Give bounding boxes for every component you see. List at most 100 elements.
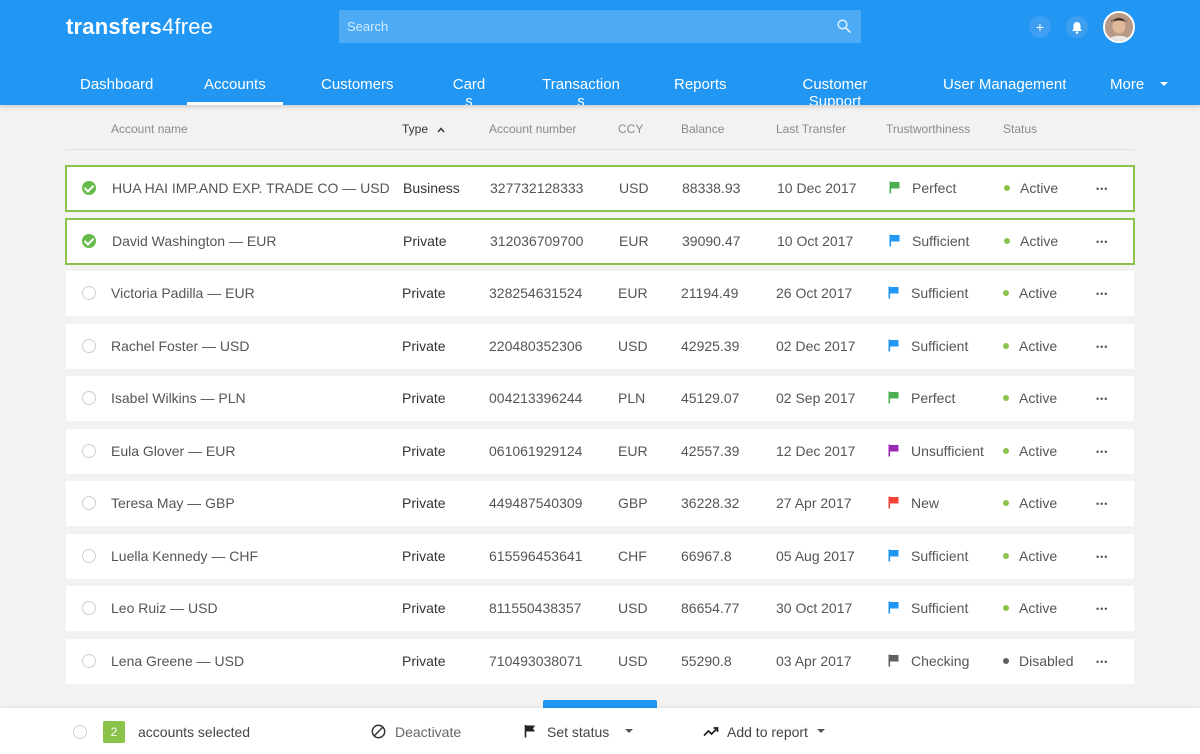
set-status-caret-icon[interactable] xyxy=(625,729,633,733)
add-button[interactable]: + xyxy=(1029,16,1051,38)
status-dot-icon xyxy=(1003,343,1009,349)
cell-type: Private xyxy=(402,600,446,616)
col-balance[interactable]: Balance xyxy=(681,122,724,136)
flag-icon xyxy=(889,181,900,194)
status-dot-icon xyxy=(1003,448,1009,454)
row-more-icon[interactable]: ••• xyxy=(1096,499,1108,509)
row-more-icon[interactable]: ••• xyxy=(1096,657,1108,667)
status-dot-icon xyxy=(1003,395,1009,401)
app-logo[interactable]: transfers4free xyxy=(66,14,213,40)
table-row[interactable]: Teresa May — GBP Private 449487540309 GBP 36… xyxy=(66,481,1134,526)
cell-last-transfer: 27 Apr 2017 xyxy=(776,495,852,511)
col-last-transfer[interactable]: Last Transfer xyxy=(776,122,846,136)
nav-more[interactable]: More xyxy=(1110,76,1169,93)
col-trustworthiness[interactable]: Trustworthiness xyxy=(886,122,970,136)
cell-ccy: USD xyxy=(619,180,649,196)
col-type[interactable]: Type xyxy=(402,122,445,136)
row-more-icon[interactable]: ••• xyxy=(1096,604,1108,614)
row-checkbox[interactable] xyxy=(82,444,96,458)
cell-trustworthiness: Checking xyxy=(888,653,969,669)
row-checkbox[interactable] xyxy=(82,391,96,405)
col-ccy[interactable]: CCY xyxy=(618,122,643,136)
cell-last-transfer: 02 Dec 2017 xyxy=(776,338,856,354)
set-status-button[interactable]: Set status xyxy=(547,724,609,740)
nav-customer-support[interactable]: Customer Support xyxy=(795,76,875,105)
table-row[interactable]: Victoria Padilla — EUR Private 32825463152… xyxy=(66,271,1134,316)
plus-icon: + xyxy=(1035,19,1045,35)
row-more-icon[interactable]: ••• xyxy=(1096,394,1108,404)
cell-account-number: 449487540309 xyxy=(489,495,583,511)
search-icon[interactable] xyxy=(837,19,851,33)
select-all-checkbox[interactable] xyxy=(73,725,87,739)
cell-ccy: USD xyxy=(618,653,648,669)
main-nav: Dashboard Accounts Customers Cards Trans… xyxy=(0,76,1200,105)
cell-balance: 86654.77 xyxy=(681,600,740,616)
trust-label: Perfect xyxy=(911,390,956,406)
cell-trustworthiness: Unsufficient xyxy=(888,443,984,459)
notifications-button[interactable] xyxy=(1066,16,1088,38)
add-to-report-caret-icon[interactable] xyxy=(817,729,825,733)
cell-ccy: USD xyxy=(618,600,648,616)
row-more-icon[interactable]: ••• xyxy=(1096,184,1108,194)
col-account-name[interactable]: Account name xyxy=(111,122,188,136)
row-more-icon[interactable]: ••• xyxy=(1096,342,1108,352)
cell-account-name: Eula Glover — EUR xyxy=(111,443,236,459)
nav-reports[interactable]: Reports xyxy=(674,76,727,105)
checked-checkbox[interactable] xyxy=(82,181,96,195)
cell-account-name: Leo Ruiz — USD xyxy=(111,600,218,616)
deactivate-button[interactable]: Deactivate xyxy=(395,724,461,740)
cell-account-number: 220480352306 xyxy=(489,338,583,354)
flag-icon xyxy=(888,444,899,457)
nav-accounts[interactable]: Accounts xyxy=(187,76,283,105)
table-row[interactable]: Lena Greene — USD Private 710493038071 USD 5… xyxy=(66,639,1134,684)
cell-last-transfer: 03 Apr 2017 xyxy=(776,653,852,669)
table-row[interactable]: Luella Kennedy — CHF Private 615596453641 C… xyxy=(66,534,1134,579)
cell-account-name: Teresa May — GBP xyxy=(111,495,235,511)
col-status[interactable]: Status xyxy=(1003,122,1037,136)
sort-ascending-icon xyxy=(437,127,445,133)
row-checkbox[interactable] xyxy=(82,654,96,668)
cell-type: Private xyxy=(402,548,446,564)
row-more-icon[interactable]: ••• xyxy=(1096,552,1108,562)
status-label: Active xyxy=(1019,600,1058,616)
search-input[interactable] xyxy=(339,10,861,43)
cell-status: Active xyxy=(1004,233,1058,249)
flag-icon xyxy=(889,234,900,247)
table-row[interactable]: Isabel Wilkins — PLN Private 004213396244 P… xyxy=(66,376,1134,421)
row-checkbox[interactable] xyxy=(82,339,96,353)
avatar-image xyxy=(1105,13,1133,41)
cell-status: Active xyxy=(1003,390,1057,406)
row-more-icon[interactable]: ••• xyxy=(1096,289,1108,299)
user-avatar[interactable] xyxy=(1103,11,1135,43)
table-row[interactable]: David Washington — EUR Private 31203670970… xyxy=(65,218,1135,265)
nav-cards[interactable]: Cards xyxy=(451,76,487,105)
cell-balance: 21194.49 xyxy=(681,285,739,301)
cell-status: Active xyxy=(1003,600,1057,616)
nav-transactions[interactable]: Transactions xyxy=(541,76,621,105)
nav-dashboard[interactable]: Dashboard xyxy=(80,76,153,105)
cell-trustworthiness: Sufficient xyxy=(889,233,969,249)
table-row[interactable]: Eula Glover — EUR Private 061061929124 EUR 4… xyxy=(66,429,1134,474)
table-row[interactable]: Rachel Foster — USD Private 220480352306 US… xyxy=(66,324,1134,369)
row-checkbox[interactable] xyxy=(82,601,96,615)
cell-balance: 42557.39 xyxy=(681,443,740,459)
nav-customers[interactable]: Customers xyxy=(321,76,394,105)
app-header: transfers4free + Dashboard Accounts Cust… xyxy=(0,0,1200,105)
trust-label: Sufficient xyxy=(911,338,969,354)
trust-label: Sufficient xyxy=(912,233,970,249)
row-checkbox[interactable] xyxy=(82,549,96,563)
row-more-icon[interactable]: ••• xyxy=(1096,447,1108,457)
bell-icon xyxy=(1072,21,1082,34)
block-icon xyxy=(371,724,386,739)
row-more-icon[interactable]: ••• xyxy=(1096,237,1108,247)
col-account-number[interactable]: Account number xyxy=(489,122,576,136)
checked-checkbox[interactable] xyxy=(82,234,96,248)
nav-user-management[interactable]: User Management xyxy=(943,76,1066,105)
row-checkbox[interactable] xyxy=(82,286,96,300)
cell-status: Active xyxy=(1003,285,1057,301)
row-checkbox[interactable] xyxy=(82,496,96,510)
table-row[interactable]: HUA HAI IMP.AND EXP. TRADE CO — USD Busin… xyxy=(65,165,1135,212)
add-to-report-button[interactable]: Add to report xyxy=(727,724,808,740)
table-row[interactable]: Leo Ruiz — USD Private 811550438357 USD 8665… xyxy=(66,586,1134,631)
cell-trustworthiness: Perfect xyxy=(888,390,955,406)
